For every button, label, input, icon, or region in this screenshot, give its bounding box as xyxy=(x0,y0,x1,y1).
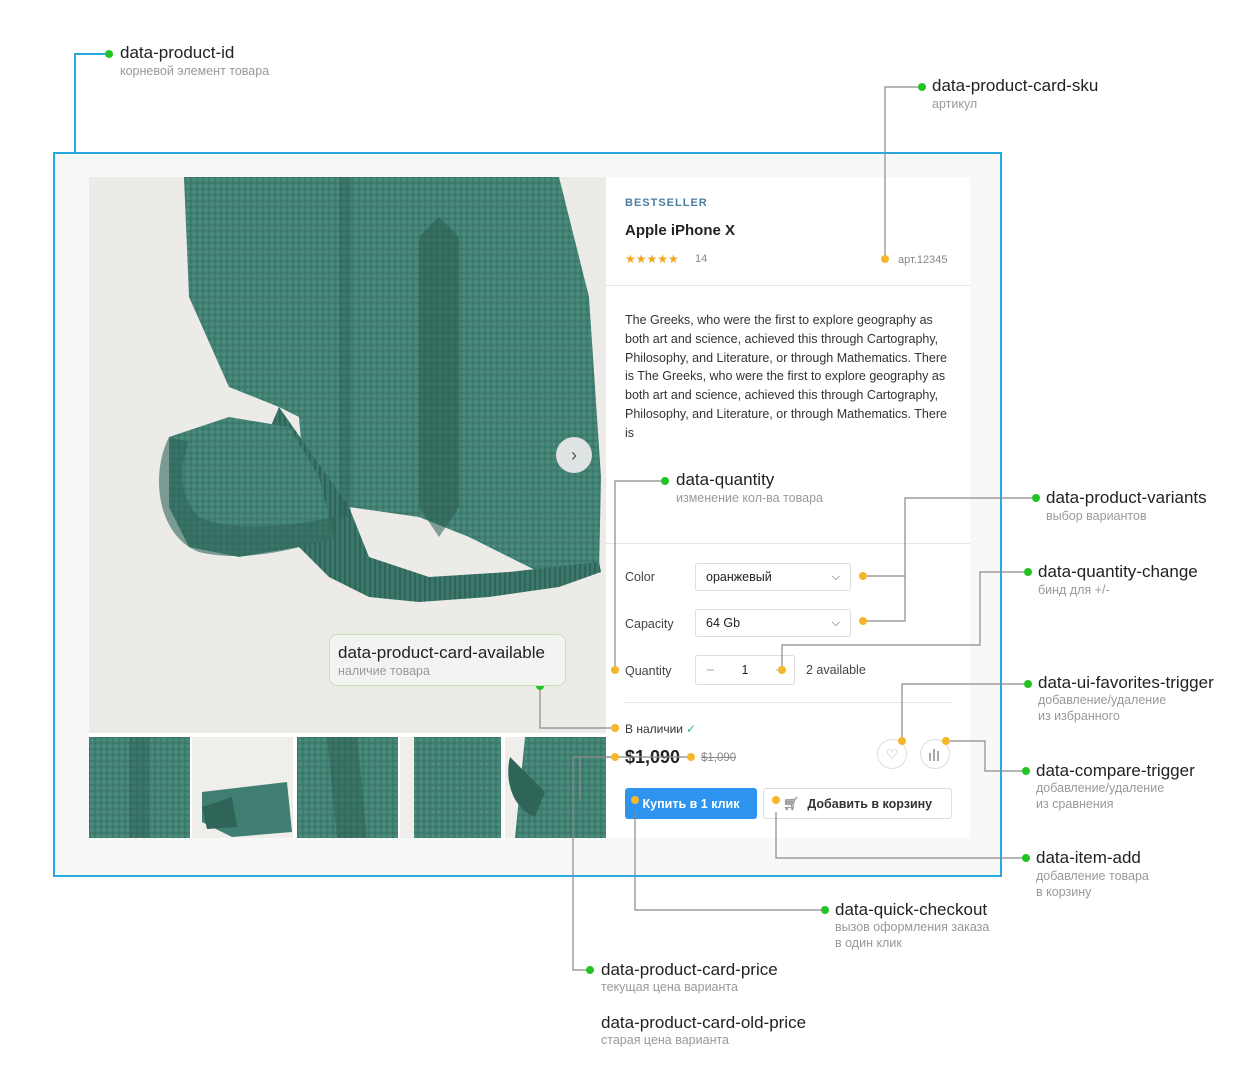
annotation-compare-sub1: добавление/удаление xyxy=(1036,781,1165,795)
annotation-marker xyxy=(898,737,906,745)
annotation-dot xyxy=(105,50,113,58)
annotation-dot xyxy=(1032,494,1040,502)
annotation-compare-title: data-compare-trigger xyxy=(1036,761,1195,780)
annotation-dot xyxy=(586,966,594,974)
annotation-dot xyxy=(1022,767,1030,775)
annotation-dot xyxy=(821,906,829,914)
annotation-marker xyxy=(859,572,867,580)
annotation-marker xyxy=(859,617,867,625)
annotation-quantity-change-sub: бинд для +/- xyxy=(1038,583,1110,597)
annotation-favorites-title: data-ui-favorites-trigger xyxy=(1038,673,1214,692)
annotation-marker xyxy=(881,255,889,263)
annotation-marker xyxy=(778,666,786,674)
annotation-available-sub: наличие товара xyxy=(338,664,430,678)
annotation-marker xyxy=(942,737,950,745)
annotation-quantity-title: data-quantity xyxy=(676,470,775,489)
annotation-quick-checkout-title: data-quick-checkout xyxy=(835,900,988,919)
annotation-favorites-sub1: добавление/удаление xyxy=(1038,693,1167,707)
annotation-dot xyxy=(1024,680,1032,688)
annotation-product-id-sub: корневой элемент товара xyxy=(120,64,270,78)
annotation-sku-sub: артикул xyxy=(932,97,978,111)
annotation-marker xyxy=(611,666,619,674)
annotation-old-price-title: data-product-card-old-price xyxy=(601,1013,807,1032)
annotation-compare-sub2: из сравнения xyxy=(1036,797,1114,811)
annotation-item-add-title: data-item-add xyxy=(1036,848,1141,867)
annotation-item-add-sub1: добавление товара xyxy=(1036,869,1149,883)
annotation-product-id-title: data-product-id xyxy=(120,43,235,62)
annotation-available-title: data-product-card-available xyxy=(338,643,545,662)
annotation-marker xyxy=(687,753,695,761)
annotation-marker xyxy=(772,796,780,804)
annotation-marker xyxy=(611,724,619,732)
annotation-lines xyxy=(74,53,1035,971)
annotation-quantity-sub: изменение кол-ва товара xyxy=(676,491,823,505)
annotation-variants-sub: выбор вариантов xyxy=(1046,509,1147,523)
annotation-dot xyxy=(1024,568,1032,576)
annotation-marker xyxy=(631,796,639,804)
annotation-marker xyxy=(611,753,619,761)
annotation-dot xyxy=(918,83,926,91)
annotation-price-title: data-product-card-price xyxy=(601,960,778,979)
annotation-sku-title: data-product-card-sku xyxy=(932,76,1099,95)
annotation-variants-title: data-product-variants xyxy=(1046,488,1207,507)
annotation-dot xyxy=(1022,854,1030,862)
annotation-price-sub: текущая цена варианта xyxy=(601,980,738,994)
annotation-dot xyxy=(661,477,669,485)
annotation-quick-checkout-sub2: в один клик xyxy=(835,936,902,950)
annotation-item-add-sub2: в корзину xyxy=(1036,885,1092,899)
annotation-quantity-change-title: data-quantity-change xyxy=(1038,562,1198,581)
annotation-quick-checkout-sub1: вызов оформления заказа xyxy=(835,920,990,934)
annotation-favorites-sub2: из избранного xyxy=(1038,709,1120,723)
annotation-old-price-sub: старая цена варианта xyxy=(601,1033,730,1047)
